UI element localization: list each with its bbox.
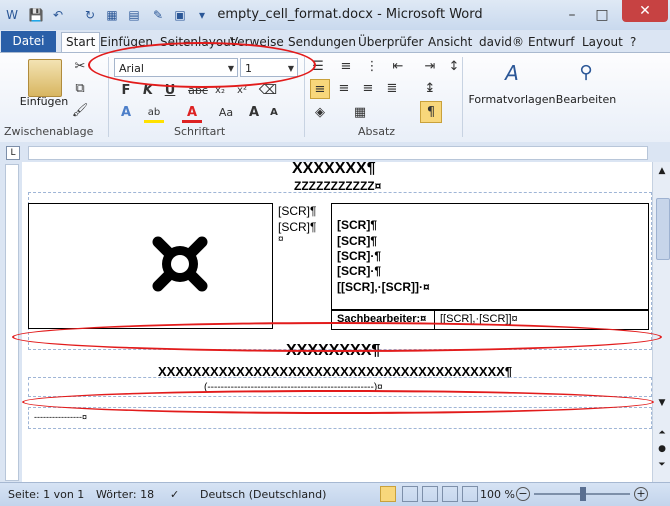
scr-right-2: [SCR]¶: [337, 234, 378, 248]
scroll-down-icon[interactable]: ▼: [655, 396, 669, 410]
proofing-icon[interactable]: ✓: [170, 488, 179, 501]
tab-sendungen[interactable]: Sendungen: [288, 33, 356, 52]
styles-icon[interactable]: A: [498, 59, 526, 87]
status-bar: Seite: 1 von 1 Wörter: 18 ✓ Deutsch (Deu…: [0, 482, 670, 506]
horizontal-ruler[interactable]: L: [0, 142, 670, 162]
scr-left-2: [SCR]¶: [278, 220, 317, 234]
previous-page-icon[interactable]: ⏶: [655, 426, 669, 440]
increase-indent-icon[interactable]: ⇥: [420, 57, 440, 77]
change-case-icon[interactable]: Aa: [216, 103, 236, 123]
draft-view-icon[interactable]: [462, 486, 478, 502]
ribbon-tabs: Datei Start Einfügen Seitenlayout Verwei…: [0, 30, 670, 52]
annotation-oval-row-2: [22, 390, 654, 414]
align-left-icon[interactable]: ≡: [310, 79, 330, 99]
paste-button-label[interactable]: Einfügen: [16, 95, 72, 108]
heading-1: XXXXXXX¶: [292, 162, 376, 177]
scr-right-4: [SCR]·¶: [337, 264, 381, 278]
bold-icon[interactable]: F: [116, 81, 136, 101]
align-center-icon[interactable]: ≡: [334, 79, 354, 99]
quick-access-icon-3[interactable]: ✎: [150, 7, 166, 23]
vertical-ruler[interactable]: [0, 162, 22, 482]
zoom-in-icon[interactable]: +: [634, 487, 648, 501]
browse-object-icon[interactable]: ●: [655, 442, 669, 456]
save-icon[interactable]: 💾: [28, 7, 44, 23]
highlight-icon[interactable]: ab: [144, 103, 164, 123]
print-layout-view-icon[interactable]: [380, 486, 396, 502]
quick-access-icon-4[interactable]: ▣: [172, 7, 188, 23]
tab-entwurf[interactable]: Entwurf: [528, 33, 574, 52]
align-right-icon[interactable]: ≡: [358, 79, 378, 99]
quick-access-icon-1[interactable]: ▦: [104, 7, 120, 23]
vertical-scrollbar[interactable]: ▲ ▼ ⏶ ● ⏷: [652, 162, 670, 482]
quick-access-icon-2[interactable]: ▤: [126, 7, 142, 23]
grow-font-icon[interactable]: A: [244, 103, 264, 123]
decrease-indent-icon[interactable]: ⇤: [388, 57, 408, 77]
close-button[interactable]: ✕: [622, 0, 668, 22]
zoom-out-icon[interactable]: −: [516, 487, 530, 501]
maximize-button[interactable]: □: [590, 5, 614, 25]
tab-file[interactable]: Datei: [1, 31, 56, 52]
scr-right-3: [SCR]·¶: [337, 249, 381, 263]
currency-logo-icon: [152, 236, 208, 292]
zoom-slider-handle[interactable]: [580, 487, 586, 501]
tab-layout[interactable]: Layout: [582, 33, 623, 52]
scr-left-1: [SCR]¶: [278, 204, 317, 218]
redo-icon[interactable]: ↻: [82, 7, 98, 23]
tab-david[interactable]: david®: [479, 33, 524, 52]
tab-start[interactable]: Start: [61, 32, 101, 52]
scr-right-5: [[SCR],·[SCR]]·¤: [337, 280, 430, 294]
cut-icon[interactable]: ✂: [70, 57, 90, 77]
page-count[interactable]: Seite: 1 von 1: [8, 488, 84, 501]
tab-ueberpruefer[interactable]: Überprüfer: [358, 33, 423, 52]
borders-icon[interactable]: ▦: [350, 103, 370, 123]
minimize-button[interactable]: –: [560, 5, 584, 25]
tab-ansicht[interactable]: Ansicht: [428, 33, 472, 52]
paste-icon[interactable]: [28, 59, 62, 97]
format-painter-icon[interactable]: 🖌: [70, 101, 90, 121]
font-group-label: Schriftart: [174, 125, 226, 138]
show-formatting-marks-icon[interactable]: ¶: [420, 101, 442, 123]
fullscreen-reading-view-icon[interactable]: [402, 486, 418, 502]
next-page-icon[interactable]: ⏷: [655, 458, 669, 472]
multilevel-list-icon[interactable]: ⋮: [362, 57, 382, 77]
shrink-font-icon[interactable]: A: [264, 103, 284, 123]
tab-selector-icon[interactable]: L: [6, 146, 20, 160]
annotation-oval-row: [12, 322, 662, 352]
styles-label[interactable]: Formatvorlagen: [468, 93, 556, 106]
scr-right-1: [SCR]¶: [337, 218, 378, 232]
logo-cell[interactable]: [28, 203, 273, 329]
binoculars-icon[interactable]: ⚲: [572, 59, 600, 87]
scroll-up-icon[interactable]: ▲: [655, 164, 669, 178]
web-layout-view-icon[interactable]: [422, 486, 438, 502]
justify-icon[interactable]: ≣: [382, 79, 402, 99]
help-icon[interactable]: ?: [630, 33, 636, 52]
horizontal-ruler-scale[interactable]: [28, 146, 648, 160]
zoom-level[interactable]: 100 %: [480, 488, 515, 501]
numbering-icon[interactable]: ≡: [336, 57, 356, 77]
sort-icon[interactable]: ↕: [444, 57, 464, 77]
language-indicator[interactable]: Deutsch (Deutschland): [200, 488, 326, 501]
word-app-icon[interactable]: W: [4, 7, 20, 23]
scr-left-3: ¤: [278, 234, 284, 245]
paragraph-group-label: Absatz: [358, 125, 396, 138]
window-title: empty_cell_format.docx - Microsoft Word: [217, 7, 483, 22]
font-color-icon[interactable]: A: [182, 103, 202, 123]
shading-icon[interactable]: ◈: [310, 103, 330, 123]
clipboard-group-label: Zwischenablage: [4, 125, 94, 138]
text-effects-icon[interactable]: A: [116, 103, 136, 123]
undo-icon[interactable]: ↶: [50, 7, 66, 23]
vertical-ruler-scale[interactable]: [5, 164, 19, 481]
word-count[interactable]: Wörter: 18: [96, 488, 154, 501]
title-bar: W 💾 ↶ ↻ ▦ ▤ ✎ ▣ ▾ empty_cell_format.docx…: [0, 0, 670, 31]
editing-label[interactable]: Bearbeiten: [554, 93, 618, 106]
heading-2: ZZZZZZZZZZZ¤: [294, 179, 382, 193]
group-separator: [462, 57, 463, 137]
line-spacing-icon[interactable]: ↨: [420, 79, 440, 99]
annotation-oval-font: [88, 42, 316, 88]
outline-view-icon[interactable]: [442, 486, 458, 502]
scrollbar-thumb[interactable]: [656, 198, 670, 260]
copy-icon[interactable]: ⧉: [70, 79, 90, 99]
